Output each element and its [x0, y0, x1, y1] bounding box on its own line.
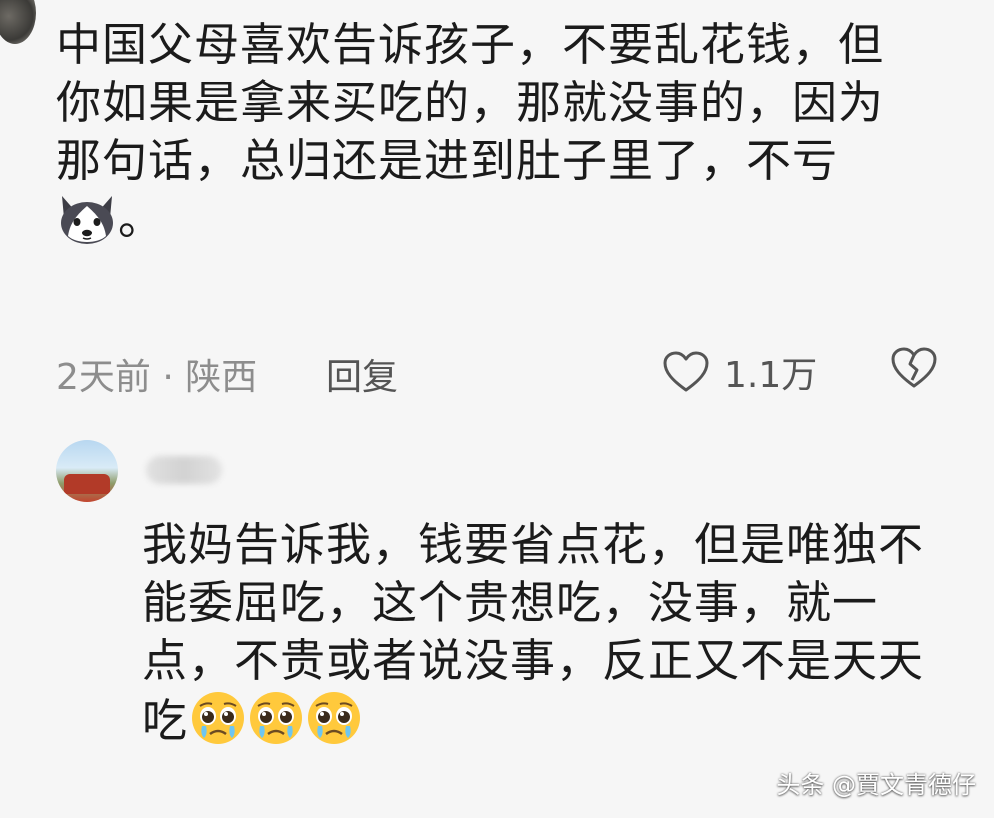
reply-username-blurred[interactable]: [146, 456, 222, 484]
reply-button[interactable]: 回复: [326, 348, 398, 400]
reply-line: 我妈告诉我，钱要省点花，但是唯独不: [142, 518, 925, 571]
reply-body: 我妈告诉我，钱要省点花，但是唯独不 能委屈吃，这个贵想吃，没事，就一 点，不贵或…: [142, 516, 962, 750]
comment-line: 那句话，总归还是进到肚子里了，不亏: [56, 134, 839, 187]
reply-line-last: 吃: [142, 694, 189, 747]
watermark: 头条 @賈文青德仔: [776, 771, 976, 799]
pleading-crying-icon: [250, 692, 303, 744]
comment-line: 你如果是拿来买吃的，那就没事的，因为: [56, 76, 885, 129]
avatar-image-detail: [64, 474, 110, 494]
comment-time-location: 2天前 · 陕西: [56, 357, 258, 398]
pleading-crying-icon: [192, 692, 245, 744]
reply-line-emoji: 吃: [142, 690, 962, 750]
comment-end-punct: 。: [118, 192, 165, 245]
comment-meta: 2天前 · 陕西 回复 1.1万: [56, 340, 956, 400]
husky-icon: [61, 196, 113, 244]
broken-heart-icon[interactable]: [890, 346, 938, 390]
pleading-crying-icon: [308, 692, 361, 744]
comment-line: 中国父母喜欢告诉孩子，不要乱花钱，但: [56, 18, 885, 71]
comment-line-emoji: 。: [56, 190, 956, 248]
reply-avatar[interactable]: [56, 440, 118, 502]
like-button[interactable]: 1.1万: [662, 346, 817, 398]
reply-line: 点，不贵或者说没事，反正又不是天天: [142, 634, 925, 687]
heart-icon: [663, 351, 709, 392]
comment-body: 中国父母喜欢告诉孩子，不要乱花钱，但 你如果是拿来买吃的，那就没事的，因为 那句…: [56, 16, 956, 248]
like-count: 1.1万: [724, 355, 818, 396]
commenter-avatar[interactable]: [0, 0, 36, 44]
reply-line: 能委屈吃，这个贵想吃，没事，就一: [142, 576, 879, 629]
